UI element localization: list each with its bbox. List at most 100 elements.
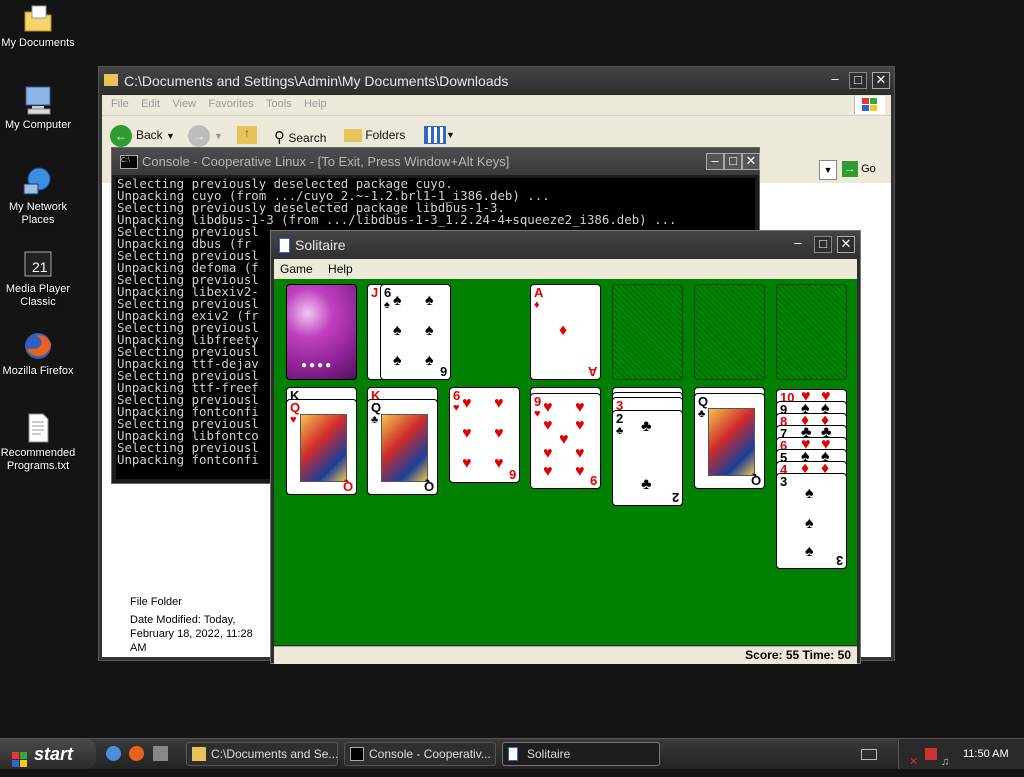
stock-pile[interactable]: ●●●● [286, 284, 357, 380]
views-button[interactable]: ▼ [424, 126, 455, 144]
menu-help[interactable]: Help [328, 262, 353, 276]
solitaire-titlebar[interactable]: Solitaire [271, 231, 860, 259]
card-rank: A [534, 285, 544, 300]
go-arrow-icon: → [842, 161, 858, 177]
tableau-card-six-hearts[interactable]: 6 ♥ ♥ ♥ ♥ ♥ ♥ ♥ 6 [449, 387, 520, 483]
system-tray: ✕ ♫ 11:50 AM [898, 739, 1024, 769]
close-button[interactable]: ✕ [872, 72, 890, 89]
windows-logo-icon [854, 96, 885, 114]
card-rank: Q [342, 479, 353, 494]
search-icon: ⚲ [274, 129, 285, 146]
queen-face-art [300, 414, 347, 482]
minimize-button[interactable]: – [826, 72, 844, 89]
back-arrow-icon: ← [110, 125, 132, 147]
maximize-button[interactable]: □ [849, 72, 867, 89]
task-explorer[interactable]: C:\Documents and Se... [186, 742, 338, 766]
desktop-icon-my-computer[interactable]: My Computer [0, 84, 78, 132]
ie-icon[interactable] [106, 746, 121, 761]
up-folder-icon: ↑ [237, 126, 257, 144]
card-rank: 9 [534, 394, 542, 409]
card-rank: 6 [508, 467, 516, 482]
maximize-button[interactable]: □ [814, 236, 832, 253]
menu-view[interactable]: View [172, 98, 196, 110]
foundation-empty-slot[interactable] [612, 284, 683, 380]
maximize-button[interactable]: □ [724, 153, 742, 170]
address-dropdown-button[interactable]: ▼ [819, 160, 837, 180]
foundation-ace-diamonds[interactable]: A ♦ ♦ A [530, 284, 601, 380]
network-icon [22, 166, 54, 198]
desktop-icon-mozilla-firefox[interactable]: Mozilla Firefox [0, 330, 78, 378]
card-rank: A [587, 364, 597, 379]
tableau-card-queen-clubs[interactable]: Q ♣ Q [367, 399, 438, 495]
waste-card-six-spades[interactable]: 6 ♠ ♠ ♠ ♠ ♠ ♠ ♠ 6 [380, 284, 451, 380]
folder-icon [22, 2, 54, 34]
close-button[interactable]: ✕ [742, 153, 760, 170]
up-folder-button[interactable]: ↑ [237, 126, 257, 144]
forward-button[interactable]: → ▼ [188, 125, 223, 147]
tableau-card-two-clubs[interactable]: 2 ♣ ♣ ♣ 2 [612, 410, 683, 506]
minimize-button[interactable]: – [789, 236, 807, 253]
tableau-card[interactable]: 3 ♠ ♠ ♠ 3 [776, 473, 847, 569]
desktop-icon-recommended-programs[interactable]: Recommended Programs.txt [0, 412, 78, 473]
menu-edit[interactable]: Edit [141, 98, 160, 110]
desktop-icon-label: My Computer [4, 119, 72, 131]
window-title: Console - Cooperative Linux - [To Exit, … [142, 154, 510, 169]
show-desktop-icon[interactable] [152, 746, 168, 761]
minimize-button[interactable]: – [706, 153, 724, 170]
solitaire-icon [508, 747, 518, 761]
card-rank: 2 [671, 490, 679, 505]
task-console[interactable]: Console - Cooperativ... [344, 742, 496, 766]
close-button[interactable]: ✕ [837, 236, 855, 253]
queen-face-art [381, 414, 428, 482]
details-type: File Folder [130, 596, 182, 608]
tableau-card-queen-clubs[interactable]: Q ♣ Q [694, 393, 765, 489]
card-rank: 3 [780, 474, 788, 489]
desktop-icon-my-documents[interactable]: My Documents [0, 2, 78, 50]
search-button[interactable]: ⚲ Search [274, 128, 326, 146]
security-tray-icon[interactable] [925, 748, 937, 760]
network-tray-icon[interactable]: ✕ [909, 747, 918, 777]
details-modified: Date Modified: Today, February 18, 2022,… [130, 614, 253, 654]
menu-favorites[interactable]: Favorites [208, 98, 253, 110]
menu-file[interactable]: File [111, 98, 129, 110]
desktop-icon-label: My Documents [1, 37, 75, 49]
media-player-icon: 21 [22, 248, 54, 280]
explorer-titlebar[interactable]: C:\Documents and Settings\Admin\My Docum… [99, 67, 894, 95]
card-rank: J [371, 285, 379, 300]
taskbar: start C:\Documents and Se... Console - C… [0, 738, 1024, 769]
desktop-icon-media-player-classic[interactable]: 21 Media Player Classic [0, 248, 78, 309]
folder-icon [192, 747, 206, 761]
desktop-icon-label: Mozilla Firefox [2, 365, 74, 377]
menu-help[interactable]: Help [304, 98, 327, 110]
menu-game[interactable]: Game [280, 262, 313, 276]
folders-icon [344, 129, 362, 143]
score-time: Score: 55 Time: 50 [745, 648, 851, 662]
console-titlebar[interactable]: Console - Cooperative Linux - [To Exit, … [112, 148, 759, 175]
keyboard-icon[interactable] [861, 749, 877, 760]
folder-icon [104, 74, 118, 86]
solitaire-app-icon [279, 238, 290, 253]
card-rank: Q [750, 473, 761, 488]
foundation-empty-slot[interactable] [776, 284, 847, 380]
explorer-menu-bar: File Edit View Favorites Tools Help [102, 95, 891, 115]
start-button[interactable]: start [0, 739, 96, 769]
firefox-icon [22, 330, 54, 362]
menu-tools[interactable]: Tools [266, 98, 292, 110]
desktop-icon-label: Media Player Classic [5, 283, 71, 308]
console-app-icon: C:\ [120, 155, 138, 169]
volume-tray-icon[interactable]: ♫ [941, 747, 949, 777]
firefox-icon[interactable] [129, 746, 145, 761]
card-rank: 6 [453, 388, 461, 403]
start-label: start [34, 744, 74, 764]
desktop-icon-my-network-places[interactable]: My Network Places [0, 166, 78, 227]
back-button[interactable]: ← Back ▼ [110, 125, 175, 147]
forward-arrow-icon: → [188, 125, 210, 147]
go-button[interactable]: → Go [842, 161, 876, 177]
task-solitaire[interactable]: Solitaire [502, 742, 660, 766]
tableau-card-queen-hearts[interactable]: Q ♥ Q [286, 399, 357, 495]
solitaire-window: Solitaire – □ ✕ Game Help ●●●● J 6 ♠ ♠ ♠ ♠… [270, 230, 861, 664]
tableau-card-nine-hearts[interactable]: 9 ♥ ♥ ♥ ♥ ♥ ♥ ♥ ♥ ♥ ♥ 9 [530, 393, 601, 489]
folders-button[interactable]: Folders [344, 128, 405, 143]
foundation-empty-slot[interactable] [694, 284, 765, 380]
desktop-icon-label: My Network Places [8, 201, 68, 226]
